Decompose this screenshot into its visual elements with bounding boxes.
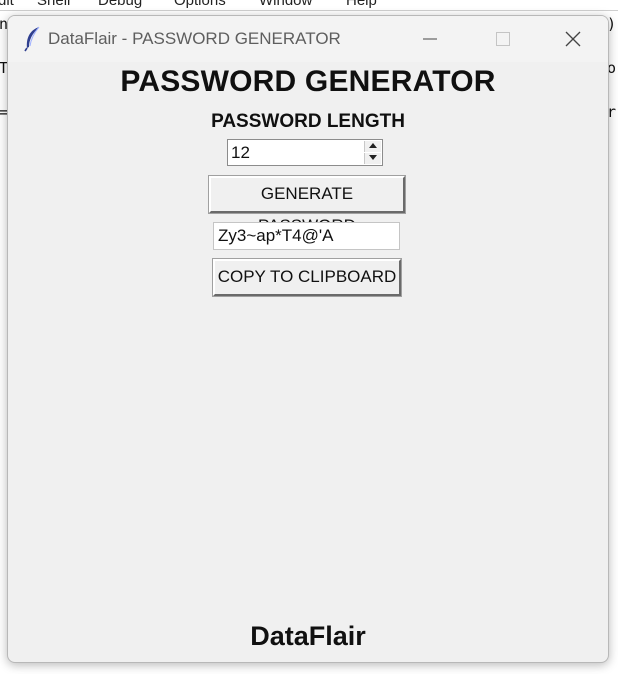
menu-item-options[interactable]: Options [174,0,226,9]
menu-item-shell[interactable]: Shell [37,0,70,9]
maximize-icon [496,32,510,46]
title-bar[interactable]: DataFlair - PASSWORD GENERATOR [8,16,608,62]
spin-up-button[interactable] [364,141,381,152]
feather-icon [22,26,44,52]
menu-item-window[interactable]: Window [259,0,312,9]
triangle-up-icon [369,143,377,148]
password-length-label: PASSWORD LENGTH [211,111,405,132]
password-generator-window: DataFlair - PASSWORD GENERATOR PASSWORD … [7,15,609,663]
background-menubar: dit Shell Debug Options Window Help [0,0,618,10]
close-button[interactable] [542,16,602,62]
minimize-button[interactable] [404,16,464,62]
menu-item-help[interactable]: Help [346,0,377,9]
spin-down-button[interactable] [364,153,381,164]
minimize-icon [423,38,437,40]
maximize-button[interactable] [474,16,534,62]
password-output-field[interactable]: Zy3~ap*T4@'A [213,222,400,250]
page-title: PASSWORD GENERATOR [120,65,496,98]
close-icon [565,31,581,47]
copy-to-clipboard-button[interactable]: COPY TO CLIPBOARD [212,258,402,297]
menu-item-edit[interactable]: dit [0,0,14,9]
menu-item-debug[interactable]: Debug [98,0,142,9]
password-length-value[interactable]: 12 [231,143,250,163]
generate-password-button[interactable]: GENERATE PASSWORD [208,175,406,235]
password-length-spinbox[interactable]: 12 [227,139,383,166]
window-title: DataFlair - PASSWORD GENERATOR [48,29,341,48]
triangle-down-icon [369,155,377,160]
footer-brand: DataFlair [250,621,366,651]
